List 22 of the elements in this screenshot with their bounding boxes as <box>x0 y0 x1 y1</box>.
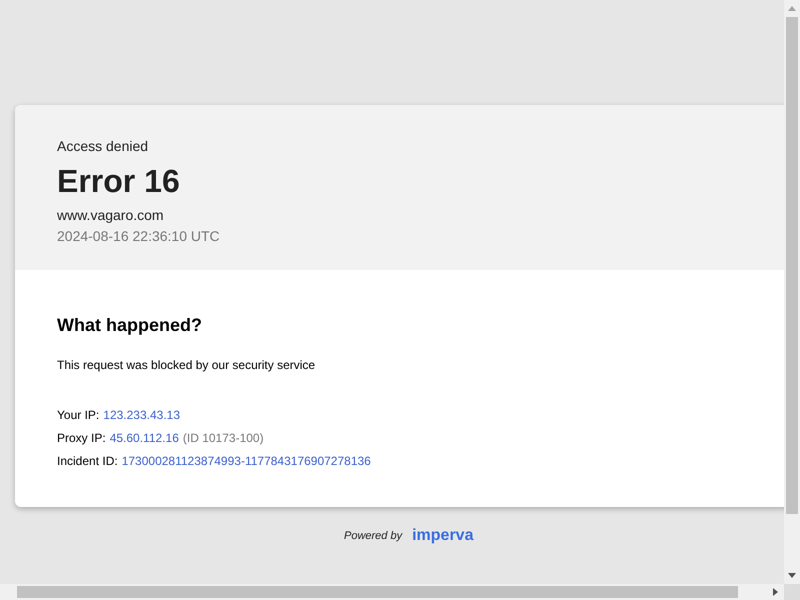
detail-value: 123.233.43.13 <box>103 407 180 424</box>
timestamp: 2024-08-16 22:36:10 UTC <box>57 227 221 246</box>
detail-label: Proxy IP: <box>57 430 106 447</box>
detail-value: 45.60.112.16 <box>110 430 179 447</box>
horizontal-scrollbar[interactable] <box>0 584 784 600</box>
section-heading: What happened? <box>57 314 203 337</box>
scroll-right-icon[interactable] <box>773 588 778 596</box>
detail-label: Incident ID: <box>57 453 118 470</box>
vertical-scrollbar[interactable] <box>784 0 800 584</box>
message: This request was blocked by our security service <box>57 357 316 374</box>
detail-value: 173000281123874993-1177843176907278136 <box>122 453 371 470</box>
detail-note: (ID 10173-100) <box>182 430 264 447</box>
subtitle: Access denied <box>57 137 150 156</box>
scroll-up-icon[interactable] <box>788 6 796 11</box>
scroll-thumb[interactable] <box>786 17 798 514</box>
scroll-down-icon[interactable] <box>788 573 796 578</box>
scroll-thumb[interactable] <box>17 586 738 598</box>
powered-by-text: Powered by <box>344 528 402 544</box>
domain: www.vagaro.com <box>57 206 165 225</box>
brand-logo[interactable]: imperva <box>412 524 474 548</box>
detail-label: Your IP: <box>57 407 100 424</box>
error-title: Error 16 <box>57 162 181 201</box>
